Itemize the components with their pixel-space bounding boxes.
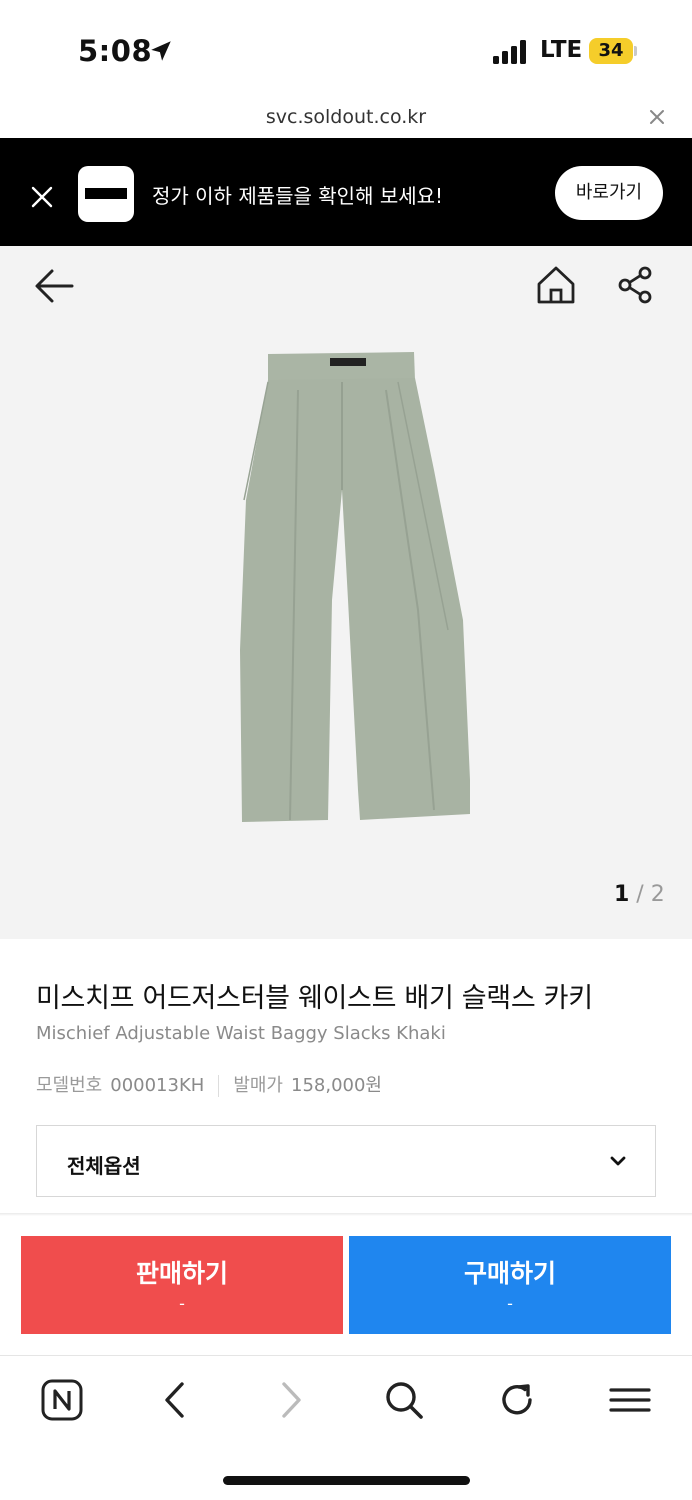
home-indicator[interactable]: [223, 1476, 470, 1485]
close-icon[interactable]: [646, 106, 668, 128]
banner-text: 정가 이하 제품들을 확인해 보세요!: [152, 184, 444, 208]
product-image[interactable]: [238, 350, 470, 828]
meta-divider: [218, 1075, 220, 1097]
divider: [0, 1213, 692, 1216]
buy-button[interactable]: 구매하기 -: [349, 1236, 671, 1334]
sell-button-price: -: [179, 1294, 185, 1313]
battery-icon: 34: [589, 38, 637, 64]
location-arrow-icon: [151, 41, 171, 61]
model-label: 모델번호: [36, 1075, 103, 1096]
chevron-down-icon: [610, 1156, 626, 1166]
release-price: 158,000원: [291, 1075, 382, 1096]
buy-button-price: -: [507, 1294, 513, 1313]
banner-close-icon[interactable]: [30, 185, 54, 209]
back-arrow-icon[interactable]: [32, 266, 76, 306]
sell-button-label: 판매하기: [135, 1259, 228, 1288]
reload-icon[interactable]: [495, 1378, 539, 1422]
url-bar[interactable]: svc.soldout.co.kr: [0, 100, 692, 138]
option-select-value: 전체옵션: [67, 1154, 141, 1178]
buy-button-label: 구매하기: [463, 1259, 556, 1288]
naver-home-icon[interactable]: [40, 1378, 84, 1422]
banner-go-button[interactable]: 바로가기: [555, 166, 663, 220]
home-icon[interactable]: [535, 264, 577, 306]
app-logo: [78, 166, 134, 222]
product-title-ko: 미스치프 어드저스터블 웨이스트 배기 슬랙스 카키: [36, 983, 593, 1014]
pager-total: 2: [650, 882, 665, 907]
battery-level: 34: [598, 40, 624, 61]
url-text[interactable]: svc.soldout.co.kr: [0, 106, 692, 128]
network-type: LTE: [540, 37, 583, 63]
search-icon[interactable]: [382, 1378, 426, 1422]
pager-separator: /: [629, 882, 651, 907]
product-title-en: Mischief Adjustable Waist Baggy Slacks K…: [36, 1023, 446, 1044]
pager-current: 1: [614, 882, 630, 907]
status-time: 5:08: [78, 34, 153, 68]
browser-back-icon[interactable]: [154, 1378, 198, 1422]
share-icon[interactable]: [616, 265, 656, 305]
status-bar: 5:08 LTE 34: [0, 0, 692, 100]
browser-forward-icon[interactable]: [268, 1378, 312, 1422]
model-number: 000013KH: [110, 1075, 205, 1096]
release-price-label: 발매가: [233, 1075, 283, 1096]
product-meta: 모델번호 000013KH 발매가 158,000원: [36, 1071, 382, 1097]
image-pager: 1 / 2: [614, 882, 665, 907]
menu-icon[interactable]: [608, 1378, 652, 1422]
option-select[interactable]: 전체옵션: [36, 1125, 656, 1197]
cellular-signal-icon: [493, 40, 526, 64]
sell-button[interactable]: 판매하기 -: [21, 1236, 343, 1334]
